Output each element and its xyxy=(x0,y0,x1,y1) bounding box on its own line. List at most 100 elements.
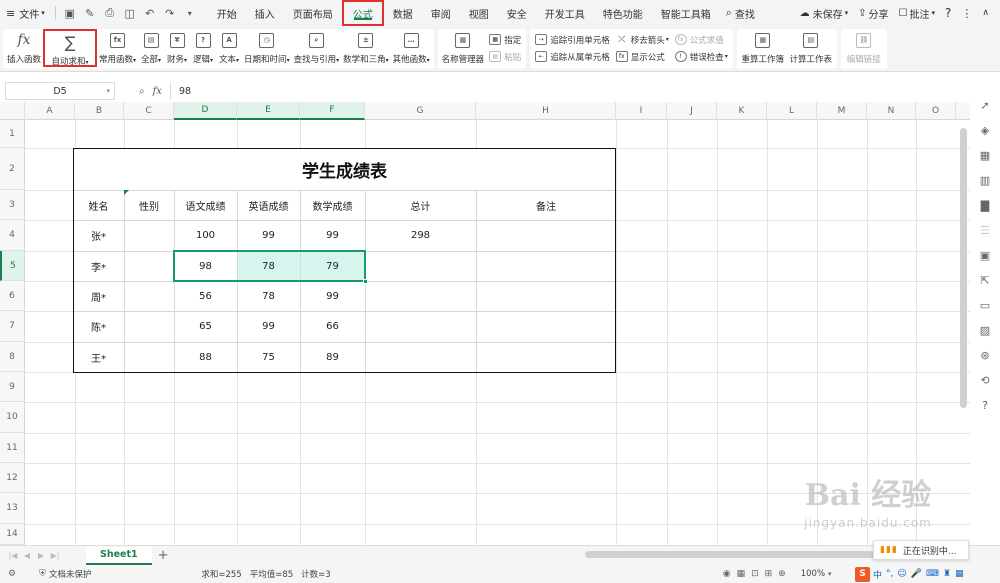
header-cell[interactable]: 性别 xyxy=(124,190,174,220)
ime-mode[interactable]: 中 xyxy=(873,568,882,581)
column-header[interactable]: N xyxy=(867,102,916,120)
table-cell[interactable]: 99 xyxy=(300,281,365,311)
table-cell[interactable]: 王* xyxy=(73,342,124,372)
error-check-button[interactable]: ! 错误检查 ▾ xyxy=(674,48,728,65)
insert-function-button[interactable]: fx 插入函数 xyxy=(5,29,43,67)
table-cell[interactable]: 99 xyxy=(300,220,365,251)
add-sheet-button[interactable]: + xyxy=(158,548,169,563)
table-cell[interactable]: 56 xyxy=(174,281,237,311)
recalc-workbook-button[interactable]: ▦ 重算工作簿 xyxy=(739,29,787,67)
row-header[interactable]: 8 xyxy=(0,342,25,372)
tab-developer[interactable]: 开发工具 xyxy=(536,0,594,26)
column-header[interactable]: J xyxy=(667,102,717,120)
keyboard-icon[interactable]: ⌨ xyxy=(926,569,939,579)
help-circle-icon[interactable]: ? xyxy=(974,395,996,415)
tab-page-layout[interactable]: 页面布局 xyxy=(284,0,342,26)
trace-precedents-button[interactable]: ⇢ 追踪引用单元格 xyxy=(535,31,610,48)
column-header[interactable]: C xyxy=(124,102,174,120)
help-button[interactable]: ? xyxy=(940,0,956,26)
export-icon[interactable]: ⇱ xyxy=(974,270,996,290)
settings-icon[interactable]: ⚙ xyxy=(8,569,16,579)
tab-formulas[interactable]: 公式 xyxy=(341,0,384,26)
table-icon[interactable]: ▦ xyxy=(974,145,996,165)
selection-range[interactable] xyxy=(173,250,366,282)
row-header[interactable]: 14 xyxy=(0,524,25,545)
fill-handle[interactable] xyxy=(363,279,368,284)
header-cell[interactable]: 总计 xyxy=(365,190,476,220)
tab-insert[interactable]: 插入 xyxy=(246,0,284,26)
row-header[interactable]: 1 xyxy=(0,120,25,148)
redo-icon[interactable]: ↷ xyxy=(160,0,180,26)
table-cell[interactable]: 周* xyxy=(73,281,124,311)
column-header[interactable]: A xyxy=(25,102,75,120)
all-functions-button[interactable]: ▤ 全部▾ xyxy=(138,29,164,67)
bar-chart-icon[interactable]: ▇ xyxy=(974,195,996,215)
tab-home[interactable]: 开始 xyxy=(208,0,246,26)
prev-sheet-icon[interactable]: ◀ xyxy=(20,551,34,560)
row-header[interactable]: 4 xyxy=(0,220,25,251)
share-button[interactable]: ⇪ 分享 xyxy=(853,0,893,26)
paste-name-button[interactable]: ▤ 粘贴 xyxy=(489,48,521,65)
next-sheet-icon[interactable]: ▶ xyxy=(34,551,48,560)
header-cell[interactable]: 语文成绩 xyxy=(174,190,237,220)
row-header[interactable]: 3 xyxy=(0,190,25,220)
panel-icon[interactable]: ▭ xyxy=(974,295,996,315)
last-sheet-icon[interactable]: ▶| xyxy=(48,551,62,560)
scrollbar-thumb[interactable] xyxy=(960,128,967,408)
print-icon[interactable]: ⎙ xyxy=(100,0,120,26)
table-cell[interactable]: 89 xyxy=(300,342,365,372)
formula-input[interactable]: 98 xyxy=(169,82,970,100)
column-header[interactable]: K xyxy=(717,102,767,120)
tab-smart-toolbox[interactable]: 智能工具箱 xyxy=(652,0,720,26)
row-header[interactable]: 9 xyxy=(0,372,25,402)
emoji-icon[interactable]: ☺ xyxy=(897,569,906,579)
column-header[interactable]: E xyxy=(237,102,300,120)
chevron-down-icon[interactable]: ▾ xyxy=(828,570,832,578)
table-cell[interactable]: 78 xyxy=(237,281,300,311)
edit-links-button[interactable]: ⛓ 编辑链接 xyxy=(843,29,885,67)
column-header[interactable]: B xyxy=(75,102,124,120)
format-painter-icon[interactable]: ✎ xyxy=(80,0,100,26)
column-header[interactable]: I xyxy=(616,102,667,120)
gallery-icon[interactable]: ▣ xyxy=(974,245,996,265)
print-preview-icon[interactable]: ◫ xyxy=(120,0,140,26)
history-icon[interactable]: ⟲ xyxy=(974,370,996,390)
column-header[interactable]: O xyxy=(916,102,956,120)
other-functions-button[interactable]: … 其他函数▾ xyxy=(391,29,432,67)
compass-icon[interactable]: ⊛ xyxy=(974,345,996,365)
table-cell[interactable]: 298 xyxy=(365,220,476,251)
vertical-scrollbar[interactable] xyxy=(958,120,968,410)
punctuation-icon[interactable]: °, xyxy=(886,569,893,579)
horizontal-scrollbar[interactable] xyxy=(585,551,895,558)
header-cell[interactable]: 姓名 xyxy=(73,190,124,220)
file-menu[interactable]: ≡ 文件 ▾ xyxy=(0,0,51,26)
tab-security[interactable]: 安全 xyxy=(498,0,536,26)
header-cell[interactable]: 数学成绩 xyxy=(300,190,365,220)
fx-button[interactable]: fx xyxy=(153,86,162,97)
skin-icon[interactable]: ♜ xyxy=(943,569,951,579)
table-cell[interactable]: 李* xyxy=(73,251,124,281)
customize-quick-access-icon[interactable]: ▾ xyxy=(180,0,200,26)
logic-functions-button[interactable]: ? 逻辑▾ xyxy=(190,29,216,67)
eye-icon[interactable]: ◉ xyxy=(723,569,731,579)
autosum-button[interactable]: ∑ 自动求和▾ xyxy=(43,29,98,67)
trace-dependents-button[interactable]: ⇠ 追踪从属单元格 xyxy=(535,48,610,65)
undo-icon[interactable]: ↶ xyxy=(140,0,160,26)
save-icon[interactable]: ▣ xyxy=(60,0,80,26)
zoom-level[interactable]: 100% xyxy=(801,569,825,579)
page-layout-icon[interactable]: ⊡ xyxy=(751,569,759,579)
column-header[interactable]: M xyxy=(817,102,867,120)
table-cell[interactable]: 88 xyxy=(174,342,237,372)
header-cell[interactable]: 英语成绩 xyxy=(237,190,300,220)
formula-eval-button[interactable]: fx 公式求值 xyxy=(674,31,728,48)
page-break-icon[interactable]: ⊞ xyxy=(765,569,773,579)
normal-view-icon[interactable]: ▦ xyxy=(737,569,746,579)
sheet-tab-sheet1[interactable]: Sheet1 xyxy=(86,546,152,565)
table-cell[interactable]: 75 xyxy=(237,342,300,372)
common-functions-button[interactable]: fx 常用函数▾ xyxy=(97,29,138,67)
first-sheet-icon[interactable]: |◀ xyxy=(6,551,20,560)
column-header[interactable]: F xyxy=(300,102,365,120)
search-button[interactable]: ⌕ 查找 xyxy=(720,0,761,26)
show-formulas-button[interactable]: fx 显示公式 xyxy=(615,48,669,65)
tab-data[interactable]: 数据 xyxy=(384,0,422,26)
